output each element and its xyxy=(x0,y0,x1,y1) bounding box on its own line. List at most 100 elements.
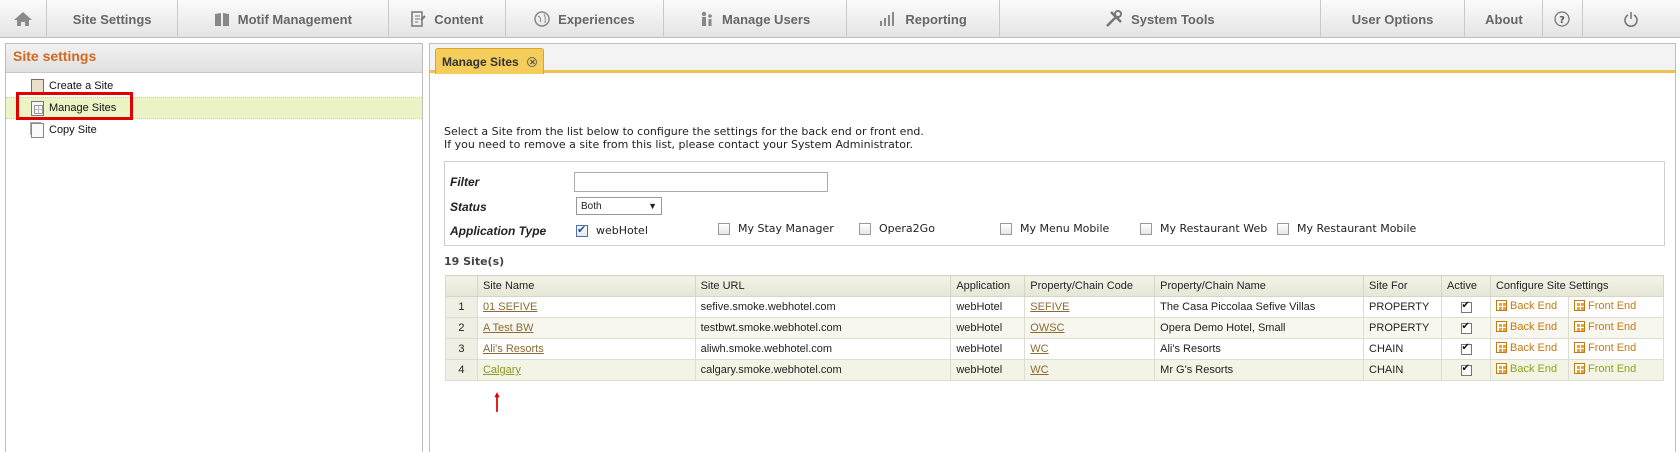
site-for-cell: PROPERTY xyxy=(1363,317,1443,339)
apptype-my-restaurant-mobile[interactable]: My Restaurant Mobile xyxy=(1277,222,1416,235)
sites-table: Site Name Site URL Application Property/… xyxy=(445,275,1665,381)
nav-site-settings[interactable]: Site Settings xyxy=(47,0,178,38)
filter-input[interactable] xyxy=(574,172,828,192)
apptype-my-stay-manager[interactable]: My Stay Manager xyxy=(718,222,834,235)
nav-experiences[interactable]: Experiences xyxy=(506,0,665,38)
filter-box: Filter Status Both ▼ Application Type we… xyxy=(444,161,1665,246)
back-end-link[interactable]: Back End xyxy=(1495,321,1557,333)
front-end-link[interactable]: Front End xyxy=(1573,341,1637,354)
nav-manage-users[interactable]: Manage Users xyxy=(664,0,848,38)
row-number: 2 xyxy=(445,317,478,339)
front-end-label: Front End xyxy=(1587,341,1637,354)
site-name-link[interactable]: Calgary xyxy=(483,364,521,376)
apptype-my-menu-mobile[interactable]: My Menu Mobile xyxy=(1000,222,1109,235)
nav-content[interactable]: Content xyxy=(389,0,506,38)
back-end-link[interactable]: Back End xyxy=(1495,363,1557,375)
checkbox[interactable] xyxy=(859,222,871,235)
checkbox-label: My Menu Mobile xyxy=(1020,222,1110,235)
filter-label: Filter xyxy=(450,175,480,189)
nav-about[interactable]: About xyxy=(1465,0,1544,38)
close-icon[interactable] xyxy=(526,56,537,67)
active-checkbox[interactable] xyxy=(1460,363,1472,376)
column-header[interactable]: Site For xyxy=(1363,275,1443,297)
nav-user-options[interactable]: User Options xyxy=(1321,0,1466,38)
site-name-link[interactable]: Ali's Resorts xyxy=(483,343,544,355)
settings-grid-icon xyxy=(1495,321,1507,333)
apptype-opera2go[interactable]: Opera2Go xyxy=(859,222,935,235)
nav-label: Motif Management xyxy=(237,11,352,27)
column-header[interactable]: Application xyxy=(950,275,1026,297)
table-row[interactable]: 3 Ali's Resorts aliwh.smoke.webhotel.com we… xyxy=(445,338,1665,360)
front-end-link[interactable]: Front End xyxy=(1573,363,1636,375)
active-cell xyxy=(1441,317,1491,339)
table-row[interactable]: 1 01 SEFIVE sefive.smoke.webhotel.com webHo… xyxy=(445,296,1665,318)
active-checkbox[interactable] xyxy=(1460,342,1472,355)
active-cell xyxy=(1441,359,1491,381)
checkbox[interactable] xyxy=(718,222,730,235)
status-value: Both xyxy=(581,200,602,212)
application-cell: webHotel xyxy=(950,359,1026,381)
status-select[interactable]: Both ▼ xyxy=(576,197,662,215)
nav-motif-management[interactable]: Motif Management xyxy=(178,0,389,38)
column-header[interactable]: Site URL xyxy=(694,275,952,297)
column-header[interactable]: Site Name xyxy=(476,275,696,297)
nav-home[interactable] xyxy=(0,0,48,38)
tab-manage-sites[interactable]: Manage Sites xyxy=(435,48,544,74)
front-end-link[interactable]: Front End xyxy=(1573,300,1636,312)
back-end-link[interactable]: Back End xyxy=(1495,300,1557,312)
nav-system-tools[interactable]: System Tools xyxy=(1000,0,1321,38)
annotation-highlight-box xyxy=(16,92,133,120)
nav-help[interactable]: ? xyxy=(1543,0,1583,38)
back-end-link[interactable]: Back End xyxy=(1495,342,1557,354)
site-name-link[interactable]: A Test BW xyxy=(483,322,534,334)
settings-grid-icon xyxy=(1495,363,1507,375)
chain-code-link[interactable]: SEFIVE xyxy=(1030,301,1069,313)
nav-label: Reporting xyxy=(905,11,967,27)
table-header-row: Site Name Site URL Application Property/… xyxy=(445,275,1665,297)
site-name-cell: Calgary xyxy=(476,359,696,381)
dropdown-arrow-icon: ▼ xyxy=(648,201,657,211)
chain-code-link[interactable]: OWSC xyxy=(1030,322,1064,334)
front-end-link[interactable]: Front End xyxy=(1573,321,1636,333)
checkbox[interactable] xyxy=(1000,222,1012,235)
nav-logout[interactable] xyxy=(1583,0,1680,38)
nav-label: About xyxy=(1485,11,1523,27)
site-url-cell: testbwt.smoke.webhotel.com xyxy=(694,317,952,339)
row-number: 4 xyxy=(445,359,478,381)
active-checkbox[interactable] xyxy=(1460,321,1472,334)
tools-icon xyxy=(1106,10,1123,27)
checkbox-label: webHotel xyxy=(596,224,648,237)
column-header[interactable]: Active xyxy=(1441,275,1491,297)
table-row[interactable]: 2 A Test BW testbwt.smoke.webhotel.com webH… xyxy=(445,317,1665,339)
table-row[interactable]: 4 Calgary calgary.smoke.webhotel.com webHot… xyxy=(445,359,1665,381)
intro-text: Select a Site from the list below to con… xyxy=(444,125,924,151)
book-icon xyxy=(214,12,229,26)
site-url-cell: calgary.smoke.webhotel.com xyxy=(694,359,952,381)
nav-reporting[interactable]: Reporting xyxy=(847,0,1001,38)
site-name-link[interactable]: 01 SEFIVE xyxy=(483,301,537,313)
users-icon xyxy=(701,11,712,26)
checkbox-label: My Restaurant Mobile xyxy=(1297,222,1417,235)
column-header[interactable]: Property/Chain Code xyxy=(1024,275,1156,297)
active-checkbox[interactable] xyxy=(1460,300,1472,313)
front-end-cell: Front End xyxy=(1567,338,1665,360)
site-url-cell: sefive.smoke.webhotel.com xyxy=(694,296,952,318)
site-name-cell: 01 SEFIVE xyxy=(476,296,696,318)
chain-code-link[interactable]: WC xyxy=(1030,343,1048,355)
globe-icon xyxy=(534,11,550,27)
chain-code-link[interactable]: WC xyxy=(1030,364,1048,376)
checkbox[interactable] xyxy=(1140,222,1152,235)
apptype-webhotel[interactable]: webHotel xyxy=(576,223,648,237)
chain-name-cell: Opera Demo Hotel, Small xyxy=(1154,317,1365,339)
settings-grid-icon xyxy=(1573,342,1585,354)
checkbox-label: Opera2Go xyxy=(879,222,935,235)
checkbox[interactable] xyxy=(576,223,588,237)
active-cell xyxy=(1441,296,1491,318)
column-header[interactable]: Property/Chain Name xyxy=(1154,275,1365,297)
bar-chart-icon xyxy=(880,12,895,26)
checkbox[interactable] xyxy=(1277,222,1289,235)
sidebar-item-copy-site[interactable]: Copy Site xyxy=(6,119,97,141)
apptype-my-restaurant-web[interactable]: My Restaurant Web xyxy=(1140,222,1267,235)
nav-label: System Tools xyxy=(1131,11,1215,27)
copy-site-icon xyxy=(31,122,44,138)
